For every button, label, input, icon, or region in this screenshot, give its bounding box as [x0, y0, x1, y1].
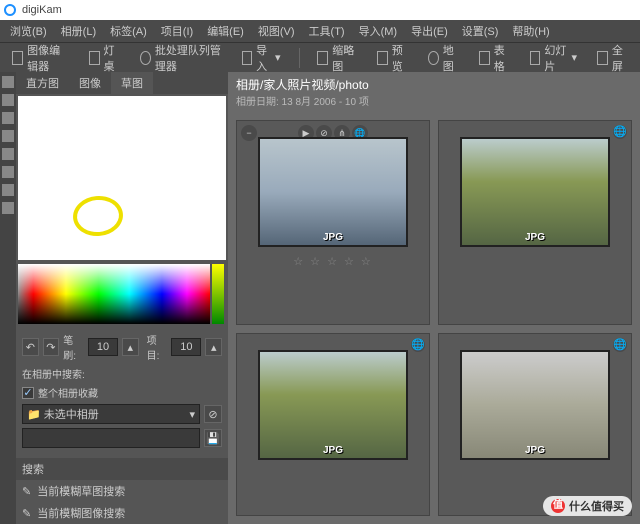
vtab-icon[interactable]	[2, 184, 14, 196]
tb-thumb[interactable]: 缩略图	[311, 39, 363, 77]
vtab-icon[interactable]	[2, 94, 14, 106]
tab-sketch[interactable]: 草图	[111, 72, 153, 94]
photo-thumb[interactable]: JPG	[460, 137, 610, 247]
collapse-button[interactable]: −	[241, 125, 257, 141]
album-info: 相册日期: 13 8月 2006 - 10 项	[236, 93, 632, 108]
left-panel: 直方图 图像 草图 ↶ ↷ 笔刷: ▴ 项目: ▴ 在相册中搜索:	[16, 72, 228, 524]
name-input[interactable]	[22, 428, 200, 448]
tb-slide[interactable]: 幻灯片▾	[524, 39, 583, 77]
import-icon	[242, 51, 252, 65]
preview-icon	[377, 51, 388, 65]
save-button[interactable]: 💾	[204, 429, 222, 447]
brush-icon: ✎	[22, 507, 31, 520]
content-area: 相册/家人照片视频/photo 相册日期: 13 8月 2006 - 10 项 …	[228, 72, 640, 524]
full-icon	[597, 51, 608, 65]
format-badge: JPG	[323, 232, 343, 243]
search-header: 搜索	[16, 458, 228, 480]
vtab-icon[interactable]	[2, 130, 14, 142]
toolbar: 图像编辑器 灯桌 批处理队列管理器 导入▾ 缩略图 预览 地图 表格 幻灯片▾ …	[0, 42, 640, 72]
redo-button[interactable]: ↷	[43, 338, 60, 356]
edit-icon	[12, 51, 23, 65]
chevron-down-icon: ▾	[189, 408, 195, 421]
thumbnail-cell[interactable]: 🌐 JPG	[236, 333, 430, 517]
whole-checkbox[interactable]: ✓	[22, 387, 34, 399]
tb-queue[interactable]: 批处理队列管理器	[134, 39, 228, 77]
vtab-icon[interactable]	[2, 112, 14, 124]
tab-histogram[interactable]: 直方图	[16, 72, 69, 94]
left-vtabs	[0, 72, 16, 524]
globe-icon[interactable]: 🌐	[613, 338, 627, 352]
format-badge: JPG	[525, 232, 545, 243]
tb-table[interactable]: 表格	[473, 39, 516, 77]
brush-icon: ✎	[22, 485, 31, 498]
watermark: 值什么值得买	[543, 496, 632, 516]
format-badge: JPG	[323, 445, 343, 456]
clear-button[interactable]: ⊘	[204, 405, 222, 423]
globe-icon[interactable]: 🌐	[411, 338, 425, 352]
whole-label: 整个相册收藏	[38, 385, 98, 400]
light-icon	[89, 51, 100, 65]
app-title: digiKam	[22, 4, 62, 16]
tb-preview[interactable]: 预览	[371, 39, 414, 77]
wm-icon: 值	[551, 499, 565, 513]
globe-icon[interactable]: 🌐	[613, 125, 627, 139]
tb-editor[interactable]: 图像编辑器	[6, 39, 75, 77]
vtab-icon[interactable]	[2, 148, 14, 160]
search-sketch[interactable]: ✎当前模糊草图搜索	[16, 480, 228, 502]
format-badge: JPG	[525, 445, 545, 456]
tab-image[interactable]: 图像	[69, 72, 111, 94]
tb-import[interactable]: 导入▾	[236, 39, 287, 77]
tb-light[interactable]: 灯桌	[83, 39, 126, 77]
vtab-icon[interactable]	[2, 166, 14, 178]
items-step[interactable]: ▴	[205, 338, 222, 356]
photo-thumb[interactable]: JPG	[258, 137, 408, 247]
queue-icon	[140, 51, 151, 65]
thumbnail-cell[interactable]: 🌐 JPG	[438, 333, 632, 517]
search-image[interactable]: ✎当前模糊图像搜索	[16, 502, 228, 524]
color-picker[interactable]	[18, 264, 210, 324]
undo-button[interactable]: ↶	[22, 338, 39, 356]
app-icon	[4, 4, 16, 16]
thumbnail-cell[interactable]: 🌐 JPG	[438, 120, 632, 325]
chevron-down-icon: ▾	[571, 51, 577, 64]
photo-thumb[interactable]: JPG	[460, 350, 610, 460]
slide-icon	[530, 51, 540, 65]
folder-icon: 📁	[27, 408, 41, 421]
brush-label: 笔刷:	[63, 332, 84, 362]
breadcrumb: 相册/家人照片视频/photo	[236, 76, 632, 93]
sketch-canvas[interactable]	[18, 96, 226, 260]
separator	[299, 48, 300, 68]
rating-stars[interactable]: ☆ ☆ ☆ ☆ ☆	[293, 255, 373, 268]
sketch-mark	[71, 194, 124, 238]
table-icon	[479, 51, 490, 65]
hue-slider[interactable]	[212, 264, 224, 324]
thumbnail-cell[interactable]: − ▶⊘⋔🌐 JPG ☆ ☆ ☆ ☆ ☆	[236, 120, 430, 325]
tb-map[interactable]: 地图	[422, 39, 465, 77]
map-icon	[428, 51, 439, 65]
tb-full[interactable]: 全屏	[591, 39, 634, 77]
chevron-down-icon: ▾	[275, 51, 281, 64]
brush-size[interactable]	[88, 338, 118, 356]
brush-step[interactable]: ▴	[122, 338, 139, 356]
items-count[interactable]	[171, 338, 201, 356]
items-label: 项目:	[147, 332, 168, 362]
vtab-icon[interactable]	[2, 202, 14, 214]
search-label: 在相册中搜索:	[22, 366, 222, 381]
photo-thumb[interactable]: JPG	[258, 350, 408, 460]
album-select[interactable]: 📁 未选中相册▾	[22, 404, 200, 424]
thumb-icon	[317, 51, 328, 65]
vtab-icon[interactable]	[2, 76, 14, 88]
